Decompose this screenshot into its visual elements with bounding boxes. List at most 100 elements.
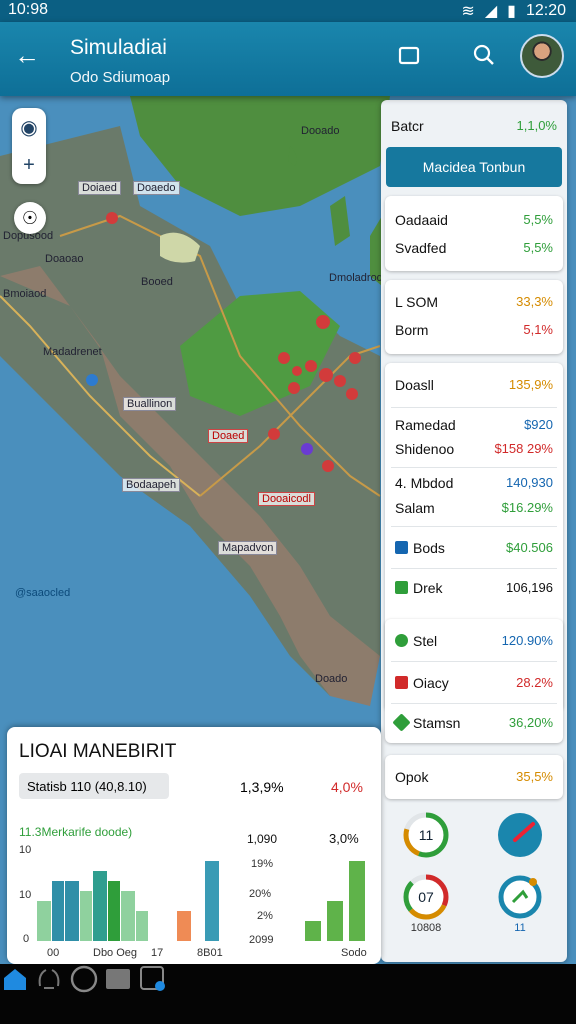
x-tick-label: 8B01 — [197, 947, 223, 959]
top-value: 1,3,9% — [240, 779, 284, 795]
stat-value: 36,20% — [508, 715, 553, 730]
map-label: Doiaed — [78, 181, 121, 195]
stat-value: $16.29% — [501, 500, 553, 515]
panel-header-label: Batcr — [391, 118, 424, 134]
crab-icon[interactable] — [34, 964, 64, 994]
map-label: @saaocled — [15, 587, 71, 599]
map-label: Dooado — [301, 125, 340, 137]
zoom-controls: ◉ + — [12, 108, 46, 184]
speedometer-icon[interactable] — [495, 810, 545, 860]
stat-value: 33,3% — [516, 294, 553, 309]
chart-bar — [80, 891, 92, 941]
stat-row[interactable]: Stel 120.90% — [395, 633, 553, 649]
mid-value: 19% — [251, 858, 273, 870]
gauge-ring-icon[interactable]: 07 — [401, 872, 451, 922]
chart-bar — [177, 911, 191, 941]
layers-icon[interactable]: ◉ — [12, 108, 46, 146]
stat-row[interactable]: Stamsn 36,20% — [392, 713, 553, 732]
stat-row[interactable]: Drek 106,196 — [395, 580, 553, 596]
gauge-value: 07 — [418, 889, 434, 905]
panel-header-value: 1,1,0% — [516, 118, 557, 133]
stat-label: Oiacy — [413, 675, 449, 691]
status-bar: 10:98 ≋ ◢ ▮ 12:20 — [0, 0, 576, 22]
stat-value: 135,9% — [508, 377, 553, 392]
avatar[interactable] — [520, 34, 564, 78]
chart-bar — [52, 881, 64, 941]
back-arrow-icon[interactable]: ← — [14, 40, 40, 71]
divider — [391, 568, 557, 569]
stat-row[interactable]: Opok 35,5% — [395, 769, 553, 785]
right-value: 3,0% — [329, 831, 359, 846]
stat-row[interactable]: 4. Mbdod 140,930 — [395, 475, 553, 491]
primary-action-button[interactable]: Macidea Tonbun — [386, 147, 562, 187]
map-label: Buallinon — [123, 397, 177, 411]
chart-bar — [205, 861, 219, 941]
bottom-nav — [0, 964, 576, 1024]
chart-bar — [305, 921, 321, 941]
stats-card-2: L SOM 33,3% Borm 5,1% — [385, 280, 563, 354]
stat-row[interactable]: Borm 5,1% — [395, 322, 553, 338]
bottom-sheet: LIOAI MANEBIRIT Statisb 110 (40,8.10) 1,… — [7, 727, 381, 964]
y-tick-label: 10 — [19, 844, 31, 856]
divider — [391, 703, 557, 704]
stat-value: 35,5% — [516, 769, 553, 784]
stat-label: Shidenoo — [395, 441, 455, 457]
window-icon[interactable] — [396, 42, 422, 68]
stat-label: Oadaaid — [395, 212, 448, 228]
stat-value: $920 — [524, 417, 553, 432]
home-icon[interactable] — [0, 964, 30, 994]
chart-bar — [93, 871, 107, 941]
stat-row[interactable]: Bods $40.506 — [395, 540, 553, 556]
stat-value: 5,5% — [523, 212, 553, 227]
gauge-ring-icon[interactable]: 11 — [401, 810, 451, 860]
stat-value: 5,1% — [523, 322, 553, 337]
stats-panel: Batcr 1,1,0% Macidea Tonbun Oadaaid 5,5% … — [381, 100, 567, 962]
stat-label: Bods — [413, 540, 445, 556]
filter-chip[interactable]: Statisb 110 (40,8.10) — [19, 773, 169, 799]
map-label: Madadrenet — [43, 346, 102, 358]
stat-value: $40.506 — [506, 540, 553, 555]
map-label: Mapadvon — [218, 541, 278, 555]
mid-value: 2099 — [249, 934, 273, 946]
mid-value: 2% — [257, 910, 273, 922]
gauge-caption: 10808 — [410, 922, 442, 934]
stat-row[interactable]: Oadaaid 5,5% — [395, 212, 553, 228]
mid-value: 20% — [249, 888, 271, 900]
bottom-sheet-title: LIOAI MANEBIRIT — [19, 741, 177, 762]
square-icon[interactable] — [103, 964, 133, 994]
shield-icon — [395, 634, 408, 647]
divider — [391, 407, 557, 408]
stats-card-1: Oadaaid 5,5% Svadfed 5,5% — [385, 196, 563, 271]
stat-row[interactable]: L SOM 33,3% — [395, 294, 553, 310]
heart-icon — [392, 713, 411, 732]
app-root: 10:98 ≋ ◢ ▮ 12:20 ← Simuladiai Odo Sdium… — [0, 0, 576, 1024]
stat-row[interactable]: Oiacy 28.2% — [395, 675, 553, 691]
stat-row[interactable]: Doasll 135,9% — [395, 377, 553, 393]
y-tick-label: 10 — [19, 889, 31, 901]
zoom-in-icon[interactable]: + — [12, 146, 46, 184]
gauge-value: 11 — [419, 827, 434, 843]
stat-value: 120.90% — [501, 633, 553, 648]
stat-value: 28.2% — [516, 675, 553, 690]
page-subtitle: Odo Sdiumoap — [70, 69, 171, 86]
status-time-left: 10:98 — [8, 1, 49, 18]
stat-row[interactable]: Ramedad $920 — [395, 417, 553, 433]
signal-icon: ◢ — [484, 3, 498, 20]
locate-icon[interactable]: ☉ — [14, 202, 46, 234]
map-label: Doaedo — [133, 181, 180, 195]
battery-icon: ▮ — [507, 3, 516, 20]
compass-gauge-icon[interactable] — [495, 872, 545, 922]
stat-label: Drek — [413, 580, 443, 596]
page-title: Simuladiai — [70, 36, 167, 59]
tablet-settings-icon[interactable] — [138, 964, 168, 994]
gauge-caption: 11 — [514, 922, 526, 934]
stat-row[interactable]: Salam $16.29% — [395, 500, 553, 516]
stat-row[interactable]: Shidenoo $158 29% — [395, 441, 553, 457]
stat-row[interactable]: Svadfed 5,5% — [395, 240, 553, 256]
circle-home-icon[interactable] — [69, 964, 99, 994]
map-label: Dooaicodl — [258, 492, 315, 506]
search-icon[interactable] — [471, 42, 497, 68]
bar-chart: 10 10 0 00 Dbo Oeg 17 8B01 1,090 19% 20%… — [19, 831, 367, 959]
map-label: Bodaapeh — [122, 478, 181, 492]
map-label: Doado — [315, 673, 348, 685]
